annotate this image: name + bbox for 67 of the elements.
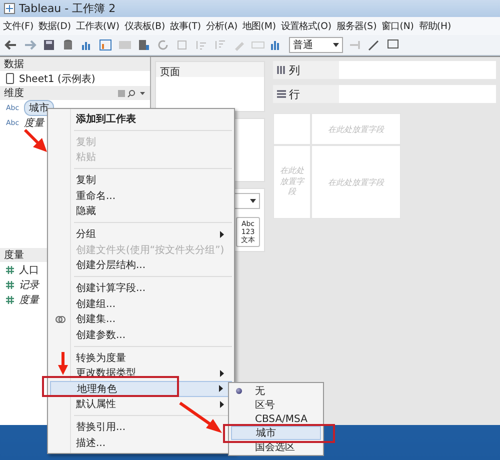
menu-option[interactable]: CBSA/MSA: [231, 412, 321, 426]
menu-option[interactable]: 区号: [231, 398, 321, 412]
section-title: 维度: [4, 86, 24, 100]
menu-item[interactable]: 设置格式(O): [280, 18, 332, 34]
measure-icon: [6, 296, 14, 304]
caret-icon: [333, 43, 339, 47]
field-item[interactable]: 度量: [24, 116, 44, 130]
menu-option[interactable]: 创建组...: [50, 296, 232, 312]
menu-item[interactable]: 数据(D): [38, 18, 72, 34]
field-item[interactable]: 人口: [19, 262, 39, 276]
pane-title: 数据: [4, 58, 24, 71]
annotation-arrow: [179, 402, 222, 433]
drop-hint: 在此处放置字段: [328, 124, 384, 134]
menu-option[interactable]: 复制: [50, 172, 232, 188]
sheet-icon: [6, 73, 14, 84]
save-icon[interactable]: [42, 38, 56, 52]
menu-item[interactable]: 帮助(H): [418, 18, 452, 34]
app-icon: [4, 3, 15, 14]
field-item[interactable]: 记录: [19, 278, 39, 292]
shelf-label: 列: [289, 62, 300, 78]
menu-option[interactable]: 重命名...: [50, 188, 232, 204]
data-source-icon[interactable]: [137, 38, 151, 52]
columns-icon: [277, 66, 286, 74]
menu-item[interactable]: 文件(F): [3, 18, 34, 34]
rows-shelf[interactable]: 行: [273, 85, 496, 103]
database-icon[interactable]: [61, 38, 75, 52]
rows-icon: [277, 90, 286, 98]
card-title: 页面: [160, 67, 180, 78]
menu-option[interactable]: 创建集...: [50, 312, 232, 327]
menu-item[interactable]: 服务器(S): [336, 18, 377, 34]
menu-option[interactable]: 城市: [231, 426, 321, 440]
caret-icon: [250, 199, 256, 203]
menu-item[interactable]: 分析(A): [206, 18, 238, 34]
menu-option[interactable]: 替换引用...: [50, 420, 232, 435]
menu-option[interactable]: 隐藏: [50, 204, 232, 219]
window-title: Tableau - 工作簿 2: [19, 1, 116, 16]
size-dropdown[interactable]: 普通: [289, 37, 343, 53]
columns-shelf[interactable]: 列: [273, 61, 496, 79]
menu-item[interactable]: 工作表(W): [76, 18, 120, 34]
pen-icon[interactable]: [367, 38, 381, 52]
menu-option[interactable]: 描述...: [50, 435, 232, 450]
shelf-label: 行: [289, 86, 300, 102]
drop-hint: 在此处放置字段: [328, 176, 384, 188]
menu-option[interactable]: 无: [231, 384, 321, 398]
annotation-arrow: [24, 128, 47, 152]
menu-item[interactable]: 故事(T): [170, 18, 202, 34]
set-icon: [55, 314, 66, 324]
menu-item[interactable]: 窗口(N): [382, 18, 414, 34]
section-title: 度量: [4, 248, 24, 262]
field-item[interactable]: 度量: [19, 292, 39, 306]
menu-item[interactable]: 地图(M): [242, 18, 276, 34]
dashboard-icon[interactable]: [99, 38, 113, 52]
menu-option[interactable]: 创建计算字段...: [50, 280, 232, 296]
drop-hint: 在此处放置字段: [278, 166, 306, 198]
menu-option[interactable]: 创建分层结构...: [50, 258, 232, 273]
menu-item[interactable]: 仪表板(B): [124, 18, 166, 34]
forward-icon[interactable]: [23, 38, 37, 52]
measure-icon: [6, 280, 14, 288]
measure-icon: [6, 266, 14, 274]
menu-option[interactable]: 分组: [50, 226, 232, 242]
menu-option[interactable]: 转换为度量: [50, 350, 232, 366]
annotation-arrow: [58, 352, 68, 375]
back-icon[interactable]: [4, 38, 18, 52]
data-source-name[interactable]: Sheet1 (示例表): [19, 72, 96, 86]
refresh-icon[interactable]: [156, 38, 170, 52]
menu-option[interactable]: 创建参数...: [50, 327, 232, 342]
menu-option[interactable]: 默认属性: [50, 396, 232, 412]
